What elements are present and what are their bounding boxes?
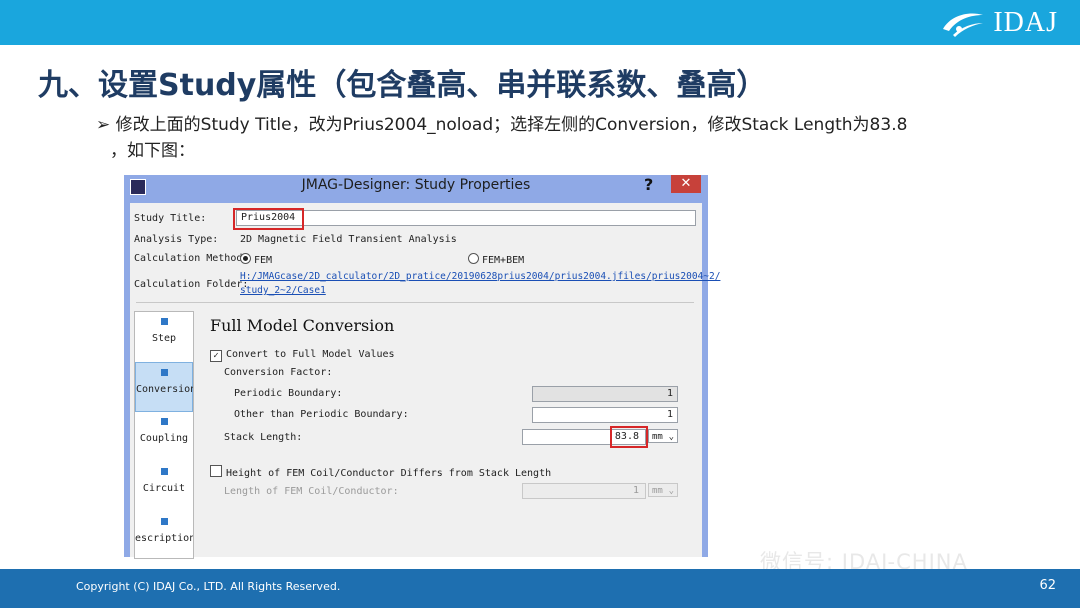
radio-unselected-icon: [468, 253, 479, 264]
stack-length-highlight: [610, 426, 648, 448]
description-icon: [160, 518, 168, 525]
checkbox-checked-icon: ✓: [210, 350, 222, 362]
nav-item-description[interactable]: Description: [134, 512, 194, 558]
top-banner: [0, 0, 1080, 45]
analysis-type-value: 2D Magnetic Field Transient Analysis: [240, 234, 457, 245]
radio-selected-icon: [240, 253, 251, 264]
step-icon: [160, 318, 168, 325]
dialog-body: Study Title: Prius2004 Analysis Type: 2D…: [130, 203, 720, 559]
method-fem-radio[interactable]: FEM: [240, 253, 272, 266]
conversion-panel: Full Model Conversion ✓ Convert to Full M…: [200, 311, 696, 557]
other-boundary-input[interactable]: 1: [532, 407, 678, 423]
periodic-label: Periodic Boundary:: [234, 388, 343, 399]
calc-method-label: Calculation Method:: [134, 253, 249, 264]
conversion-icon: [160, 369, 168, 376]
periodic-input[interactable]: 1: [532, 386, 678, 402]
circuit-icon: [160, 468, 168, 475]
coil-length-value: 1: [632, 485, 639, 496]
bullet-text-1: 修改上面的Study Title，改为Prius2004_noload；选择左侧…: [115, 115, 908, 135]
study-title-input[interactable]: Prius2004: [236, 210, 696, 226]
copyright-text: Copyright (C) IDAJ Co., LTD. All Rights …: [76, 580, 341, 593]
chevron-down-icon: ⌄: [668, 486, 674, 496]
panel-title: Full Model Conversion: [210, 316, 395, 335]
checkbox-unchecked-icon: [210, 465, 222, 477]
periodic-value: 1: [666, 388, 673, 399]
height-differs-label: Height of FEM Coil/Conductor Differs fro…: [226, 468, 552, 479]
stack-length-label: Stack Length:: [224, 432, 303, 443]
coil-length-label: Length of FEM Coil/Conductor:: [224, 486, 399, 497]
close-button[interactable]: ✕: [671, 175, 701, 193]
analysis-type-label: Analysis Type:: [134, 234, 219, 245]
dialog-titlebar[interactable]: JMAG-Designer: Study Properties ? ✕: [124, 175, 708, 199]
idaj-swoosh-icon: [943, 13, 984, 37]
height-differs-checkbox[interactable]: Height of FEM Coil/Conductor Differs fro…: [210, 465, 551, 479]
divider: [136, 302, 694, 303]
nav-item-step[interactable]: Step: [135, 312, 193, 362]
idaj-logo: IDAJ: [939, 8, 1058, 38]
bullet-line-2: ，如下图：: [110, 141, 195, 161]
convert-label: Convert to Full Model Values: [226, 349, 395, 360]
nav-label-description: Description: [134, 533, 194, 544]
bullet-marker: ➢: [96, 115, 111, 135]
bullet-line-1: ➢ 修改上面的Study Title，改为Prius2004_noload；选择…: [96, 110, 907, 135]
method-fem-bem-radio[interactable]: FEM+BEM: [468, 253, 524, 266]
slide-title: 九、设置Study属性（包含叠高、串并联系数、叠高）: [38, 68, 767, 103]
nav-label-coupling: Coupling: [139, 433, 189, 444]
method-fem-bem-label: FEM+BEM: [482, 255, 525, 266]
study-title-highlight: [233, 208, 304, 230]
coil-length-input[interactable]: 1: [522, 483, 646, 499]
calc-folder-link-1[interactable]: H:/JMAGcase/2D_calculator/2D_pratice/201…: [240, 271, 720, 282]
logo-text: IDAJ: [993, 7, 1058, 38]
nav-label-conversion: Conversion: [136, 384, 194, 395]
dialog-title: JMAG-Designer: Study Properties: [301, 177, 531, 193]
conversion-factor-label: Conversion Factor:: [224, 367, 333, 378]
nav-label-circuit: Circuit: [142, 483, 186, 494]
method-fem-label: FEM: [254, 255, 273, 266]
nav-item-conversion[interactable]: Conversion: [135, 362, 193, 412]
study-properties-dialog: JMAG-Designer: Study Properties ? ✕ Stud…: [124, 175, 720, 559]
other-boundary-label: Other than Periodic Boundary:: [234, 409, 409, 420]
calc-folder-link-2[interactable]: study_2~2/Case1: [240, 285, 326, 296]
convert-checkbox[interactable]: ✓ Convert to Full Model Values: [210, 349, 395, 362]
nav-item-coupling[interactable]: Coupling: [135, 412, 193, 462]
stack-unit-select[interactable]: mm ⌄: [648, 429, 678, 443]
nav-label-step: Step: [151, 333, 177, 344]
help-button[interactable]: ?: [644, 175, 653, 194]
other-boundary-value: 1: [666, 409, 673, 420]
coupling-icon: [160, 418, 168, 425]
study-title-label: Study Title:: [134, 213, 207, 224]
chevron-down-icon: ⌄: [668, 432, 674, 442]
coil-unit-select[interactable]: mm ⌄: [648, 483, 678, 497]
nav-item-circuit[interactable]: Circuit: [135, 462, 193, 512]
coil-unit-value: mm: [652, 486, 663, 496]
stack-unit-value: mm: [652, 432, 663, 442]
property-nav: Step Conversion Coupling Circuit Descrip…: [134, 311, 194, 559]
calc-folder-label: Calculation Folder:: [134, 279, 249, 290]
page-number: 62: [1039, 578, 1056, 593]
